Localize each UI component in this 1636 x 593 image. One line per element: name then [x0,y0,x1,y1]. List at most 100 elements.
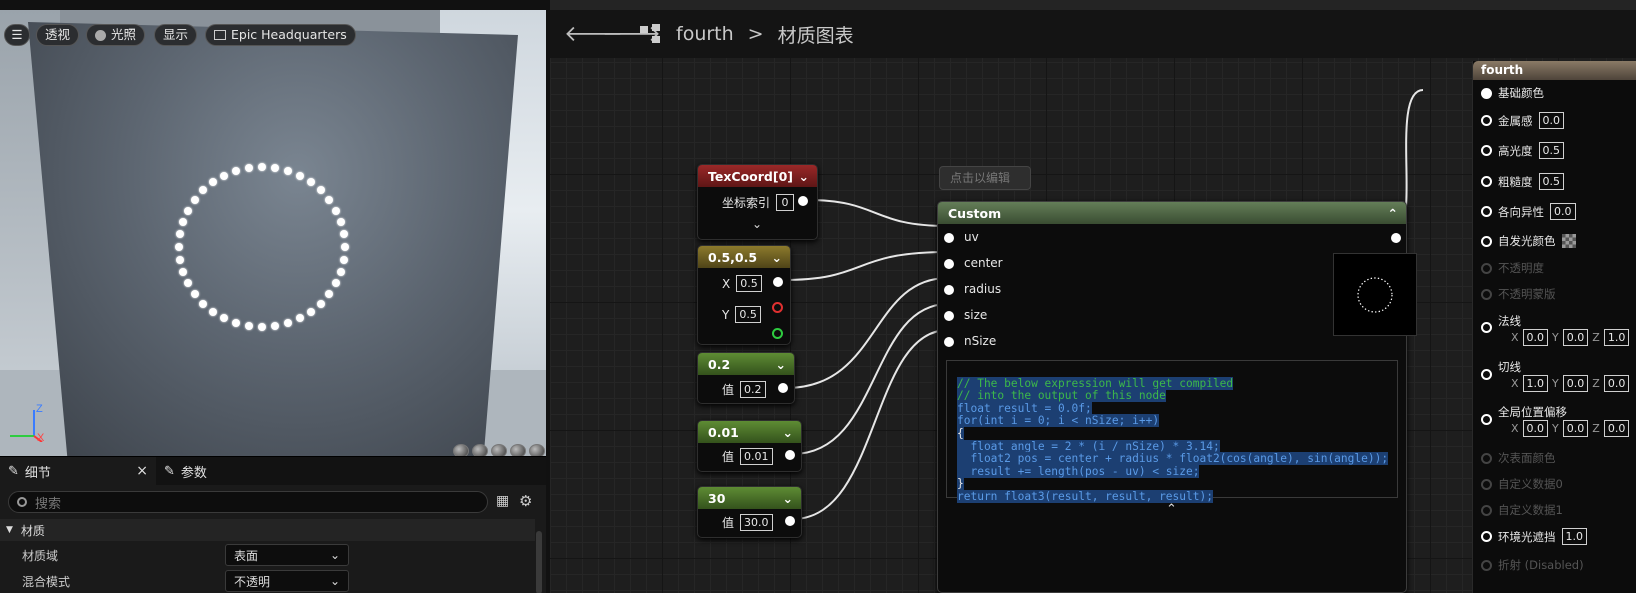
cube-icon[interactable] [510,444,526,456]
output-pin[interactable] [778,383,788,393]
input-pin-center[interactable] [944,259,954,269]
pin-specular[interactable]: 高光度 0.5 [1481,142,1564,159]
vec2-x-field[interactable]: 0.5 [736,275,762,292]
radius-constant-node[interactable]: 0.2 ⌄ 值 0.2 [697,352,795,404]
input-pin[interactable] [1481,369,1492,380]
texcoord-index-field[interactable]: 0 [776,194,795,211]
input-pin-nsize[interactable] [944,337,954,347]
output-pin[interactable] [785,450,795,460]
normal-y-field[interactable]: 0.0 [1562,329,1589,346]
normal-xyz: X 0.0 Y 0.0 Z 1.0 [1511,329,1630,346]
texcoord-node[interactable]: TexCoord[0] ⌄ 坐标索引 0 ⌄ [697,164,818,240]
breadcrumb-asset[interactable]: fourth [676,23,734,45]
input-pin[interactable] [1481,115,1492,126]
back-arrow-icon[interactable]: 🡐 [564,21,623,47]
viewport[interactable]: ☰ 透视 光照 显示 Epic Headquarters Z X [0,10,546,456]
wpo-y-field[interactable]: 0.0 [1562,420,1589,437]
custom-node[interactable]: Custom ⌃ uv center radius size nSize // T… [937,201,1417,593]
tangent-y-field[interactable]: 0.0 [1562,375,1589,392]
viewport-menu-button[interactable]: ☰ [4,24,30,46]
param-label: 值 [722,516,735,530]
collapse-chevron-icon[interactable]: ⌃ [1166,502,1177,517]
output-pin[interactable] [1391,233,1401,243]
pin-ambient-occlusion[interactable]: 环境光遮挡 1.0 [1481,528,1587,545]
nsize-constant-node[interactable]: 30 ⌄ 值 30.0 [697,486,802,538]
hlsl-code-editor[interactable]: // The below expression will get compile… [946,360,1398,503]
specular-field[interactable]: 0.5 [1538,142,1564,159]
pin-wpo[interactable] [1481,414,1492,425]
input-pin[interactable] [1481,235,1492,247]
comment-bubble[interactable]: 点击以编辑 [939,166,1031,190]
scrollbar[interactable] [536,531,542,593]
output-pin[interactable] [785,516,795,526]
blend-mode-select[interactable]: 不透明 ⌄ [225,570,349,592]
output-pin-green[interactable] [772,328,783,339]
input-pin[interactable] [1481,176,1492,187]
sphere-icon[interactable] [472,444,488,456]
tab-details[interactable]: ✎ 细节 × [0,457,156,485]
ao-field[interactable]: 1.0 [1561,528,1587,545]
input-pin[interactable] [1481,531,1492,542]
pin-normal[interactable] [1481,322,1492,333]
output-pin-red[interactable] [772,302,783,313]
tangent-x-field[interactable]: 1.0 [1522,375,1549,392]
input-pin[interactable] [1481,322,1492,333]
normal-x-field[interactable]: 0.0 [1522,329,1549,346]
tangent-z-field[interactable]: 0.0 [1603,375,1630,392]
chevron-down-icon[interactable]: ⌄ [799,169,809,184]
wpo-x-field[interactable]: 0.0 [1522,420,1549,437]
normal-z-field[interactable]: 1.0 [1603,329,1630,346]
preview-scene-button[interactable]: Epic Headquarters [205,24,356,46]
chevron-up-icon[interactable]: ⌃ [1388,206,1398,221]
wpo-z-field[interactable]: 0.0 [1603,420,1630,437]
constant2vector-node[interactable]: 0.5,0.5 ⌄ X 0.5 Y 0.5 [697,245,791,345]
breadcrumb-page[interactable]: 材质图表 [778,21,854,48]
tab-parameters[interactable]: ✎ 参数 [156,457,215,485]
chevron-down-icon[interactable]: ⌄ [783,491,793,506]
metallic-field[interactable]: 0.0 [1538,112,1564,129]
size-constant-node[interactable]: 0.01 ⌄ 值 0.01 [697,420,802,472]
chevron-down-icon[interactable]: ⌄ [776,357,786,372]
pin-emissive[interactable]: 自发光颜色 [1481,233,1576,249]
color-swatch-icon[interactable] [1561,234,1576,248]
chevron-down-icon[interactable]: ⌄ [772,250,782,265]
output-pin[interactable] [773,277,783,287]
input-pin-radius[interactable] [944,285,954,295]
pin-metallic[interactable]: 金属感 0.0 [1481,112,1564,129]
table-view-icon[interactable]: ▦ [496,493,509,509]
size-value-field[interactable]: 0.01 [740,448,773,465]
nsize-value-field[interactable]: 30.0 [740,514,773,531]
lighting-button[interactable]: 光照 [86,24,146,46]
pin-roughness[interactable]: 粗糙度 0.5 [1481,173,1564,190]
material-result-node[interactable]: fourth 基础颜色 金属感 0.0 高光度 0.5 粗糙度 0.5 各向异性 0.0… [1472,61,1636,593]
graph-hierarchy-icon[interactable] [640,24,662,44]
vec2-y-field[interactable]: 0.5 [735,306,761,323]
radius-value-field[interactable]: 0.2 [740,381,766,398]
anisotropy-field[interactable]: 0.0 [1550,203,1576,220]
input-pin[interactable] [1481,206,1492,217]
input-pin-size[interactable] [944,311,954,321]
input-pin[interactable] [1481,87,1492,99]
input-pin-uv[interactable] [944,233,954,243]
output-pin[interactable] [798,196,808,206]
roughness-field[interactable]: 0.5 [1538,173,1564,190]
expand-chevron-icon[interactable]: ⌄ [752,217,762,231]
ring-dot [175,243,183,251]
cylinder-icon[interactable] [453,444,469,456]
teapot-icon[interactable] [529,444,545,456]
close-icon[interactable]: × [136,463,148,479]
show-button[interactable]: 显示 [154,24,198,46]
search-input[interactable]: 搜索 [8,491,488,513]
forward-arrow-icon[interactable]: 🡒 [602,21,661,47]
chevron-down-icon[interactable]: ⌄ [783,425,793,440]
perspective-button[interactable]: 透视 [36,24,80,46]
gear-icon[interactable]: ⚙ [519,492,532,510]
plane-icon[interactable] [491,444,507,456]
input-pin[interactable] [1481,414,1492,425]
material-domain-select[interactable]: 表面 ⌄ [225,544,349,566]
pin-anisotropy[interactable]: 各向异性 0.0 [1481,203,1576,220]
input-pin[interactable] [1481,145,1492,156]
pin-base-color[interactable]: 基础颜色 [1481,85,1544,101]
pin-tangent[interactable] [1481,369,1492,380]
section-material[interactable]: ▼ 材质 [0,519,535,541]
